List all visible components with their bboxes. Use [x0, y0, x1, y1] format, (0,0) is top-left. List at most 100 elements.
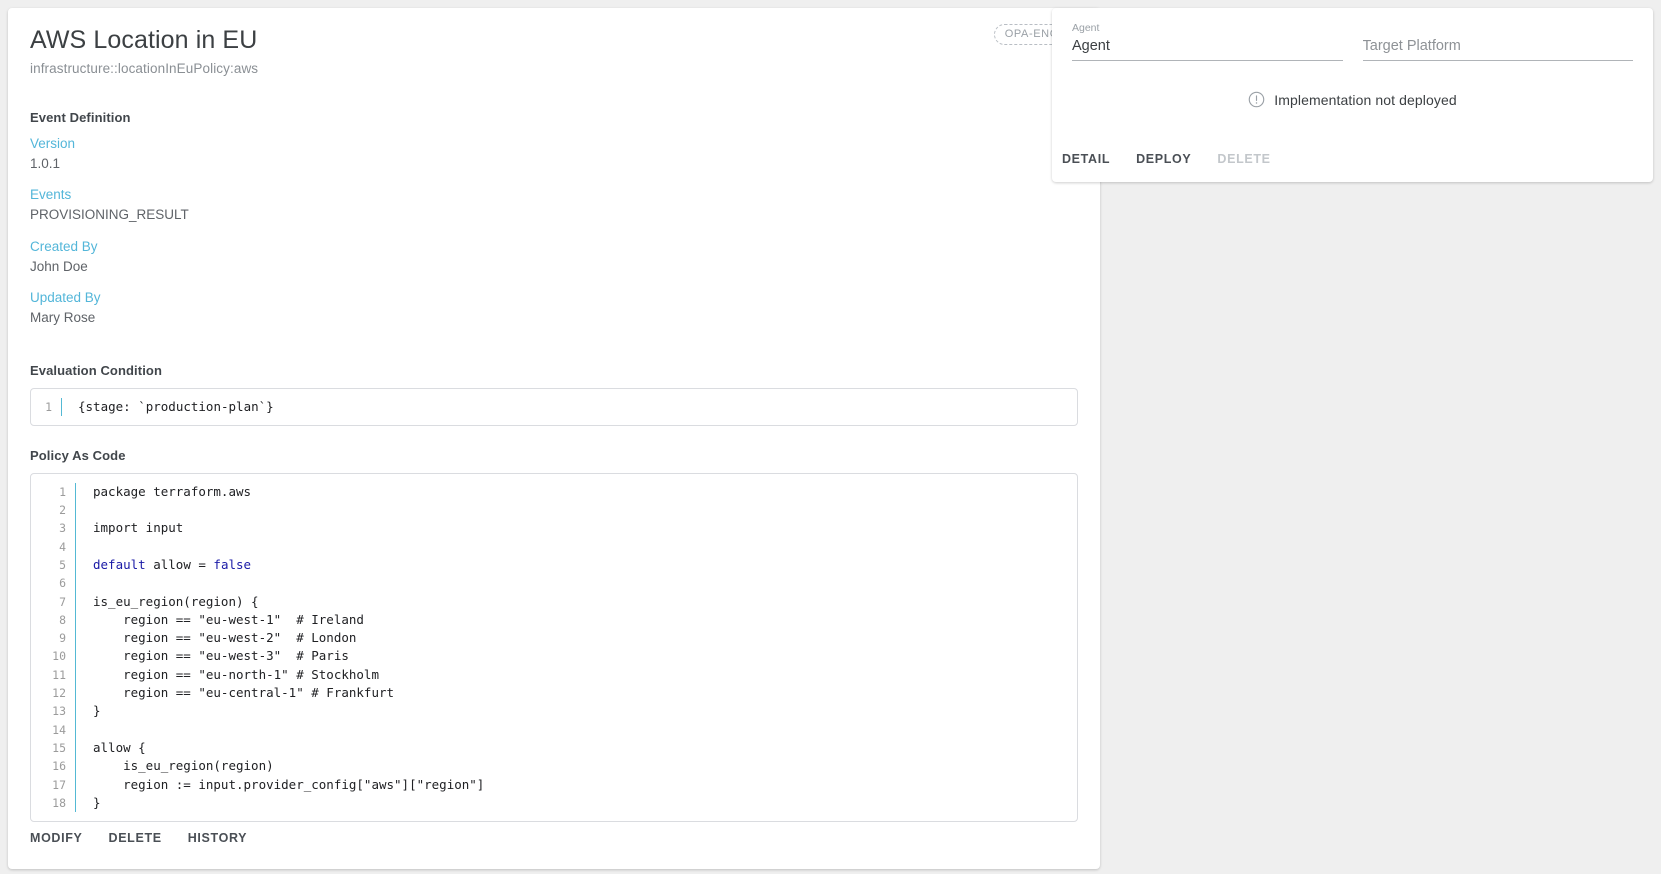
- code-line: 17 region := input.provider_config["aws"…: [31, 775, 1077, 794]
- gutter-divider: [75, 665, 76, 685]
- code-line: 14: [31, 720, 1077, 739]
- gutter-divider: [75, 720, 76, 739]
- line-number: 14: [52, 722, 66, 737]
- gutter-divider: [75, 501, 76, 520]
- line-number: 11: [52, 667, 66, 682]
- line-number: 3: [59, 521, 66, 536]
- agent-input[interactable]: [1072, 35, 1343, 61]
- target-platform-input[interactable]: [1362, 35, 1633, 61]
- code-line: 2: [31, 501, 1077, 520]
- implementation-detail-button[interactable]: DETAIL: [1052, 146, 1120, 172]
- code-text: }: [93, 703, 101, 719]
- gutter-divider: [61, 397, 62, 416]
- gutter-divider: [75, 629, 76, 648]
- gutter-divider: [75, 592, 76, 611]
- code-text: region := input.provider_config["aws"]["…: [93, 776, 485, 792]
- code-line: 7 is_eu_region(region) {: [31, 592, 1077, 611]
- code-line: 8 region == "eu-west-1" # Ireland: [31, 610, 1077, 630]
- policy-as-code-heading: Policy As Code: [30, 447, 126, 463]
- line-number: 10: [52, 649, 66, 664]
- policy-as-code-editor[interactable]: 1 package terraform.aws 2 3 import input 4 5…: [30, 472, 1078, 823]
- code-text: is_eu_region(region) {: [93, 593, 259, 609]
- field-label: Created By: [30, 238, 98, 254]
- line-number: 8: [59, 612, 66, 627]
- gutter-divider: [75, 555, 76, 575]
- gutter-divider: [75, 610, 76, 630]
- code-text: {stage: `production-plan`}: [78, 398, 274, 414]
- policy-delete-button[interactable]: DELETE: [99, 825, 172, 851]
- policy-modify-button[interactable]: MODIFY: [20, 825, 93, 851]
- code-text: default allow = false: [93, 556, 252, 572]
- code-line: 1 {stage: `production-plan`}: [31, 397, 1077, 416]
- policy-detail-card: OPA-ENGINE AWS Location in EU infrastruc…: [8, 8, 1100, 869]
- code-text: is_eu_region(region): [93, 758, 274, 774]
- line-number: 12: [52, 686, 66, 701]
- deployment-status-text: Implementation not deployed: [1274, 91, 1457, 108]
- code-text: region == "eu-west-2" # London: [93, 630, 357, 646]
- code-line: 12 region == "eu-central-1" # Frankfurt: [31, 684, 1077, 703]
- field-value: Mary Rose: [30, 310, 96, 326]
- gutter-divider: [75, 482, 76, 502]
- code-line: 5 default allow = false: [31, 555, 1077, 575]
- implementation-actions: DETAIL DEPLOY DELETE: [1062, 146, 1287, 172]
- code-text: allow {: [93, 739, 146, 755]
- field-value: 1.0.1: [30, 155, 61, 171]
- gutter-divider: [75, 519, 76, 538]
- deployment-status: Implementation not deployed: [1072, 91, 1633, 108]
- code-text: region == "eu-west-3" # Paris: [93, 648, 349, 664]
- code-line: 13}: [31, 702, 1077, 721]
- gutter-divider: [75, 684, 76, 703]
- evaluation-condition-editor[interactable]: 1 {stage: `production-plan`}: [30, 387, 1078, 426]
- app-root: OPA-ENGINE AWS Location in EU infrastruc…: [0, 0, 1661, 874]
- code-text: region == "eu-central-1" # Frankfurt: [93, 685, 395, 701]
- code-line: 16 is_eu_region(region): [31, 757, 1077, 776]
- policy-history-button[interactable]: HISTORY: [178, 825, 257, 851]
- line-number: 2: [59, 503, 66, 518]
- implementation-delete-button: DELETE: [1207, 146, 1280, 172]
- line-number: 18: [52, 795, 66, 810]
- field-value: John Doe: [30, 258, 88, 274]
- field-created-by: Created By John Doe: [30, 238, 1078, 276]
- line-number: 6: [59, 576, 66, 591]
- field-label: Version: [30, 135, 76, 151]
- implementation-form: Agent: [1072, 22, 1633, 61]
- line-number: 5: [59, 557, 66, 572]
- field-label: Events: [30, 187, 72, 203]
- code-line: 10 region == "eu-west-3" # Paris: [31, 647, 1077, 666]
- implementation-panel-content: Agent Implementation not deployed DETAIL…: [1052, 8, 1653, 182]
- agent-field-wrapper: Agent: [1072, 22, 1343, 61]
- code-line: 11 region == "eu-north-1" # Stockholm: [31, 665, 1077, 685]
- code-text: region == "eu-west-1" # Ireland: [93, 611, 364, 627]
- gutter-divider: [75, 738, 76, 758]
- gutter-divider: [75, 793, 76, 813]
- agent-field-label: Agent: [1072, 22, 1100, 34]
- line-number: 7: [59, 594, 66, 609]
- gutter-divider: [75, 574, 76, 593]
- code-line: 3 import input: [31, 519, 1077, 538]
- code-line: 6: [31, 574, 1077, 593]
- page-title: AWS Location in EU: [30, 26, 258, 54]
- field-updated-by: Updated By Mary Rose: [30, 289, 1078, 327]
- event-definition-heading: Event Definition: [30, 109, 131, 125]
- target-platform-field-wrapper: [1362, 22, 1633, 61]
- implementation-deploy-button[interactable]: DEPLOY: [1126, 146, 1201, 172]
- code-text: package terraform.aws: [93, 483, 252, 499]
- line-number: 15: [52, 740, 66, 755]
- code-text: }: [93, 794, 101, 810]
- evaluation-condition-heading: Evaluation Condition: [30, 362, 162, 378]
- line-number: 16: [52, 759, 66, 774]
- line-number: 1: [45, 399, 52, 414]
- policy-card-actions: MODIFY DELETE HISTORY: [30, 825, 263, 851]
- gutter-divider: [75, 647, 76, 666]
- gutter-divider: [75, 702, 76, 721]
- code-text: region == "eu-north-1" # Stockholm: [93, 666, 379, 682]
- field-version: Version 1.0.1: [30, 135, 1078, 173]
- code-text: import input: [93, 520, 184, 536]
- line-number: 9: [59, 631, 66, 646]
- code-line: 4: [31, 537, 1077, 556]
- field-events: Events PROVISIONING_RESULT: [30, 186, 1078, 224]
- gutter-divider: [75, 775, 76, 794]
